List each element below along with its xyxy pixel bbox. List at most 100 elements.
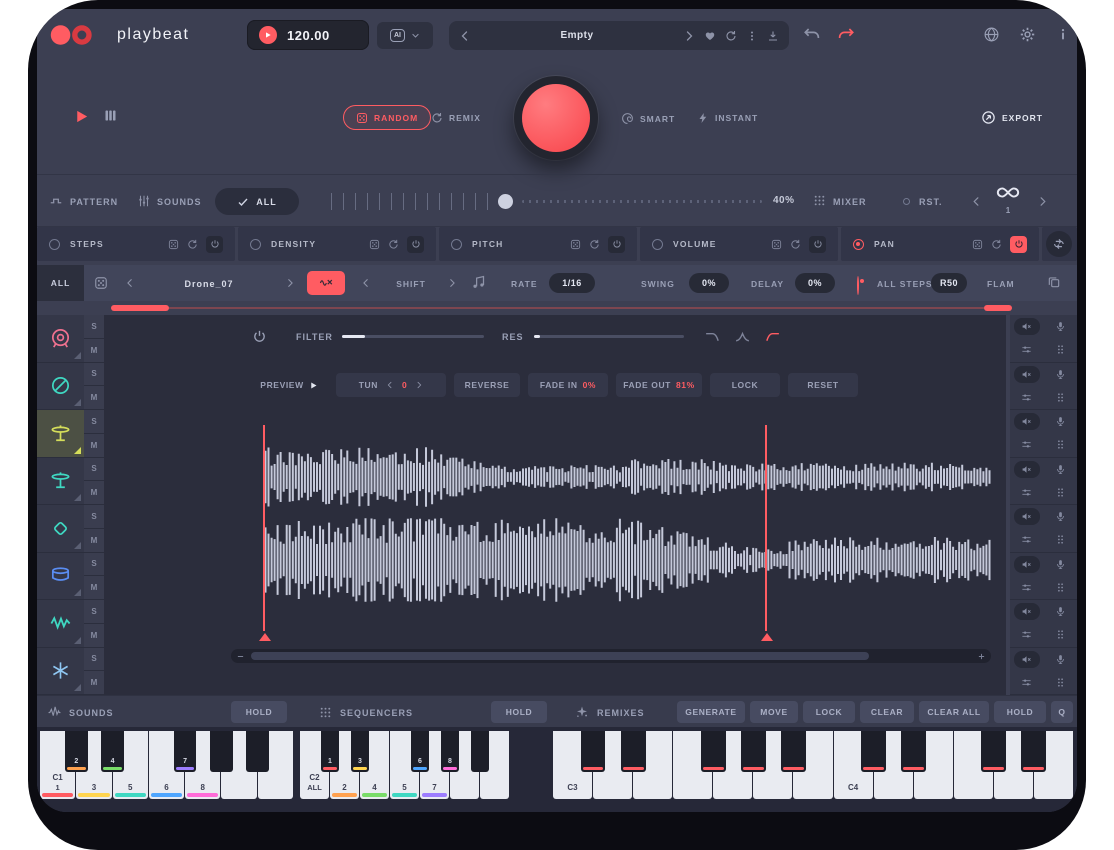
- solo-button[interactable]: S: [84, 600, 104, 624]
- solo-button[interactable]: S: [84, 505, 104, 529]
- save-preset-icon[interactable]: [767, 30, 779, 42]
- param-tab-radio[interactable]: [652, 239, 663, 250]
- solo-button[interactable]: S: [84, 553, 104, 577]
- bpm-value[interactable]: 120.00: [287, 28, 330, 43]
- sample-end-marker[interactable]: [765, 425, 767, 631]
- mute-button[interactable]: M: [84, 576, 104, 599]
- param-tab-density[interactable]: DENSITY: [238, 227, 436, 261]
- tune-sliders-button[interactable]: [1021, 677, 1032, 688]
- randomize-icon[interactable]: [369, 239, 380, 250]
- param-tab-volume[interactable]: VOLUME: [640, 227, 838, 261]
- piano-key-black-6[interactable]: 6: [411, 731, 430, 772]
- flow-slider-ticks[interactable]: [331, 193, 497, 210]
- piano-key-black[interactable]: [981, 731, 1006, 772]
- random-button[interactable]: RANDOM: [343, 105, 431, 130]
- flow-slider-track[interactable]: [522, 200, 762, 203]
- filter-slider[interactable]: [342, 335, 484, 338]
- preset-menu-icon[interactable]: [746, 30, 758, 42]
- drag-handle[interactable]: [1055, 629, 1066, 640]
- quantize-button[interactable]: Q: [1051, 701, 1073, 723]
- flow-slider-knob[interactable]: [498, 194, 513, 209]
- generate-button[interactable]: GENERATE: [677, 701, 745, 723]
- play-icon[interactable]: [259, 26, 277, 44]
- bandpass-filter-icon[interactable]: [734, 328, 751, 345]
- param-tab-pitch[interactable]: PITCH: [439, 227, 637, 261]
- bpm-display[interactable]: 120.00: [247, 20, 369, 50]
- notes-icon[interactable]: [471, 275, 486, 290]
- infinity-icon[interactable]: [995, 186, 1021, 199]
- track-button-noise[interactable]: [37, 648, 84, 696]
- piano-key-black[interactable]: [901, 731, 926, 772]
- flam-button[interactable]: FLAM: [987, 279, 1015, 289]
- param-tab-steps[interactable]: STEPS: [37, 227, 235, 261]
- remix-button[interactable]: REMIX: [431, 112, 481, 124]
- speaker-mute-button[interactable]: [1014, 318, 1040, 335]
- all-steps-radio[interactable]: [857, 276, 859, 295]
- mute-button[interactable]: M: [84, 481, 104, 504]
- track-button-tom[interactable]: [37, 553, 84, 601]
- settings-gear-icon[interactable]: [1019, 26, 1036, 43]
- cycle-icon[interactable]: [589, 239, 600, 250]
- piano-key-black[interactable]: [246, 731, 268, 772]
- track-button-wave[interactable]: [37, 600, 84, 648]
- tune-sliders-button[interactable]: [1021, 392, 1032, 403]
- speaker-mute-button[interactable]: [1014, 508, 1040, 525]
- main-trigger-surface[interactable]: [522, 84, 590, 152]
- globe-icon[interactable]: [983, 26, 1000, 43]
- reset-button[interactable]: RESET: [788, 373, 858, 397]
- power-toggle[interactable]: [206, 236, 223, 253]
- preset-name[interactable]: Empty: [480, 30, 674, 41]
- speaker-mute-button[interactable]: [1014, 413, 1040, 430]
- range-end-handle[interactable]: [984, 305, 1012, 311]
- drag-handle[interactable]: [1055, 534, 1066, 545]
- range-start-handle[interactable]: [111, 305, 169, 311]
- remix-hold-button[interactable]: HOLD: [994, 701, 1046, 723]
- tab-pattern[interactable]: PATTERN: [70, 197, 118, 207]
- track-button-shaker[interactable]: [37, 505, 84, 553]
- drag-handle[interactable]: [1055, 487, 1066, 498]
- cycle-icon[interactable]: [790, 239, 801, 250]
- all-tracks-toggle[interactable]: ALL: [215, 188, 299, 215]
- mute-button[interactable]: M: [84, 339, 104, 362]
- tab-sounds[interactable]: SOUNDS: [157, 197, 202, 207]
- sample-end-handle[interactable]: [761, 633, 773, 641]
- zoom-out-icon[interactable]: [236, 652, 245, 661]
- preview-button[interactable]: PREVIEW: [250, 373, 328, 397]
- undo-button[interactable]: [803, 26, 821, 44]
- sample-name[interactable]: Drone_07: [141, 279, 277, 289]
- track-button-snare[interactable]: [37, 363, 84, 411]
- mute-button[interactable]: M: [84, 434, 104, 457]
- sounds-hold-button[interactable]: HOLD: [231, 701, 287, 723]
- power-toggle[interactable]: [608, 236, 625, 253]
- solo-button[interactable]: S: [84, 363, 104, 387]
- shift-left-button[interactable]: [361, 278, 371, 288]
- piano-key-black[interactable]: [781, 731, 806, 772]
- randomize-icon[interactable]: [168, 239, 179, 250]
- reload-preset-icon[interactable]: [725, 30, 737, 42]
- res-slider[interactable]: [534, 335, 684, 338]
- lowpass-filter-icon[interactable]: [704, 328, 721, 345]
- highpass-filter-icon[interactable]: [764, 328, 781, 345]
- solo-button[interactable]: S: [84, 458, 104, 482]
- clear-all-button[interactable]: CLEAR ALL: [919, 701, 989, 723]
- randomize-icon[interactable]: [570, 239, 581, 250]
- mic-button[interactable]: [1055, 654, 1066, 665]
- cycle-icon[interactable]: [187, 239, 198, 250]
- solo-button[interactable]: S: [84, 648, 104, 672]
- scope-cell[interactable]: ALL: [37, 265, 84, 301]
- speaker-mute-button[interactable]: [1014, 461, 1040, 478]
- mic-button[interactable]: [1055, 511, 1066, 522]
- piano-key-black-2[interactable]: 2: [65, 731, 87, 772]
- cycle-icon[interactable]: [388, 239, 399, 250]
- tune-sliders-button[interactable]: [1021, 439, 1032, 450]
- move-button[interactable]: MOVE: [750, 701, 798, 723]
- rate-value[interactable]: 1/16: [549, 273, 595, 293]
- fade-in-control[interactable]: FADE IN 0%: [528, 373, 608, 397]
- keyboard-mode-icon[interactable]: [103, 108, 118, 123]
- lock-remix-button[interactable]: LOCK: [803, 701, 855, 723]
- sample-randomize-icon[interactable]: [94, 276, 108, 290]
- piano-key-black[interactable]: [741, 731, 766, 772]
- transport-play-icon[interactable]: [73, 108, 90, 125]
- power-toggle[interactable]: [809, 236, 826, 253]
- randomize-icon[interactable]: [972, 239, 983, 250]
